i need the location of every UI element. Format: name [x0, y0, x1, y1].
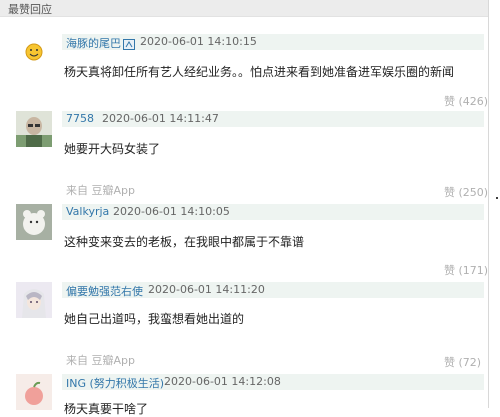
comment-meta: Valkyrja 2020-06-01 14:10:05: [62, 204, 484, 220]
username-text[interactable]: 海豚的尾巴: [66, 37, 121, 50]
scroll-marker: [496, 197, 498, 199]
comment-text: 她自己出道吗，我蛮想看她出道的: [64, 312, 245, 326]
username-link[interactable]: ING (努力积极生活): [66, 375, 164, 391]
comment-source: 来自 豆瓣App: [66, 184, 135, 197]
badge-icon: [123, 38, 135, 50]
comment-text: 这种变来变去的老板，在我眼中都属于不靠谱: [64, 235, 305, 249]
comment-meta: 海豚的尾巴 2020-06-01 14:10:15: [62, 34, 484, 50]
comment-source: 来自 豆瓣App: [66, 354, 135, 367]
avatar[interactable]: [16, 204, 52, 240]
comment-timestamp: 2020-06-01 14:11:47: [102, 112, 219, 125]
avatar[interactable]: [16, 111, 52, 147]
comment-meta: 7758 2020-06-01 14:11:47: [62, 111, 484, 127]
like-button[interactable]: 赞 (171): [444, 262, 488, 278]
username-link[interactable]: 7758: [66, 112, 94, 125]
like-button[interactable]: 赞 (250): [444, 184, 488, 200]
comment-timestamp: 2020-06-01 14:11:20: [148, 283, 265, 296]
username-link[interactable]: 海豚的尾巴: [66, 35, 135, 51]
username-link[interactable]: 偏要勉强范右使: [66, 283, 143, 299]
avatar[interactable]: [16, 374, 52, 410]
right-border: [488, 0, 489, 408]
comment-timestamp: 2020-06-01 14:10:15: [140, 35, 257, 48]
comment-meta: ING (努力积极生活) 2020-06-01 14:12:08: [62, 374, 484, 390]
comment-text: 她要开大码女装了: [64, 142, 161, 156]
comment-timestamp: 2020-06-01 14:10:05: [113, 205, 230, 218]
comment-timestamp: 2020-06-01 14:12:08: [164, 375, 281, 388]
comment-meta: 偏要勉强范右使 2020-06-01 14:11:20: [62, 282, 484, 298]
section-title: 最赞回应: [8, 3, 52, 16]
comment-text: 杨天真将卸任所有艺人经纪业务。。怕点进来看到她准备进军娱乐圈的新闻: [64, 65, 455, 79]
like-button[interactable]: 赞 (72): [444, 354, 481, 370]
avatar[interactable]: [16, 282, 52, 318]
username-link[interactable]: Valkyrja: [66, 205, 109, 218]
comment-text: 杨天真要干啥了: [64, 402, 149, 416]
like-button[interactable]: 赞 (426): [444, 93, 488, 109]
avatar[interactable]: [16, 34, 52, 70]
section-header: 最赞回应: [0, 0, 488, 17]
